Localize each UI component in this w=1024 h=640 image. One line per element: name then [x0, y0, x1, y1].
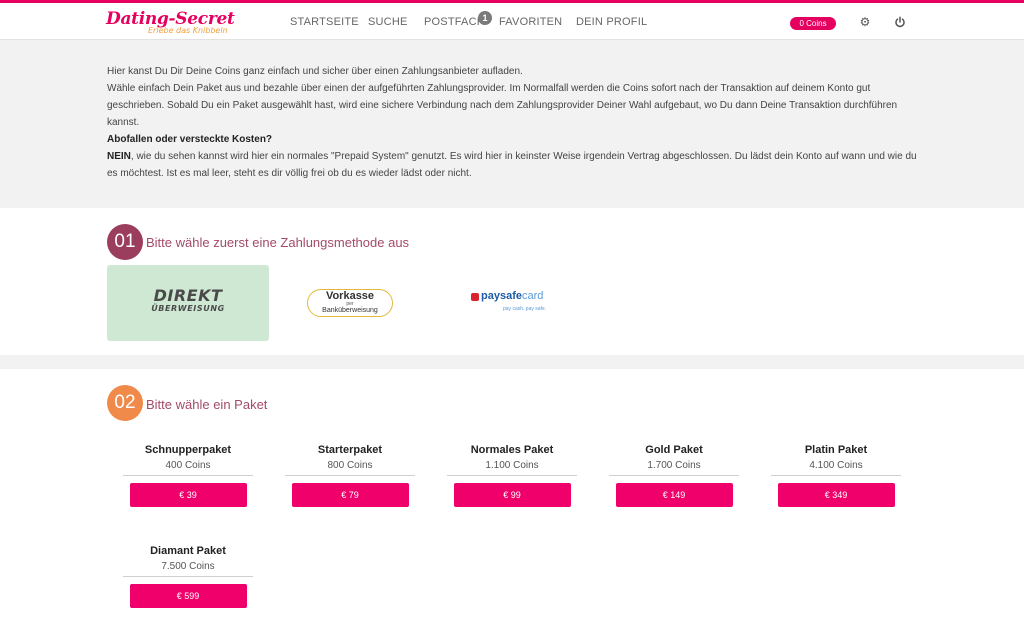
intro-answer: NEIN, wie du sehen kannst wird hier ein …	[107, 148, 919, 182]
package-buy-button-platin-paket[interactable]: € 349	[777, 483, 895, 507]
package-coins: 400 Coins	[165, 460, 211, 471]
package-divider	[771, 475, 901, 476]
section-divider	[0, 355, 1024, 369]
nav-suche[interactable]: SUCHE	[368, 16, 408, 28]
direkt-logo-line-2: ÜBERWEISUNG	[151, 304, 225, 313]
package-coins: 1.100 Coins	[485, 460, 539, 471]
vorkasse-logo-subtitle: Banküberweisung	[322, 307, 378, 314]
logo[interactable]: Dating-Secret Erlebe das Knibbeln	[106, 9, 236, 41]
package-buy-button-normales-paket[interactable]: € 99	[453, 483, 571, 507]
intro-question: Abofallen oder versteckte Kosten?	[107, 131, 919, 148]
package-name: Starterpaket	[317, 444, 383, 456]
gear-icon[interactable]: ⚙	[858, 15, 872, 29]
nav-favoriten[interactable]: FAVORITEN	[499, 16, 562, 28]
package-divider	[447, 475, 577, 476]
package-name: Normales Paket	[470, 444, 554, 456]
direkt-logo-line-1: DIREKT	[153, 286, 223, 305]
package-card: Schnupperpaket 400 Coins € 39	[123, 444, 253, 507]
package-card: Gold Paket 1.700 Coins € 149	[609, 444, 739, 507]
package-buy-button-schnupperpaket[interactable]: € 39	[129, 483, 247, 507]
nav-dein-profil[interactable]: DEIN PROFIL	[576, 16, 647, 28]
package-name: Platin Paket	[804, 444, 868, 456]
nav-postfach[interactable]: POSTFACH	[424, 16, 485, 28]
package-buy-button-diamant-paket[interactable]: € 599	[129, 584, 247, 608]
paysafecard-brand-1: paysafe	[481, 290, 522, 302]
nav-startseite[interactable]: STARTSEITE	[290, 16, 359, 28]
top-navigation-bar: Dating-Secret Erlebe das Knibbeln STARTS…	[0, 0, 1024, 40]
package-coins: 1.700 Coins	[647, 460, 701, 471]
package-divider	[123, 576, 253, 577]
package-buy-button-gold-paket[interactable]: € 149	[615, 483, 733, 507]
paysafecard-brand-2: card	[521, 290, 544, 302]
step-2-title: Bitte wähle ein Paket	[146, 397, 268, 412]
package-buy-button-starterpaket[interactable]: € 79	[291, 483, 409, 507]
answer-text: , wie du sehen kannst wird hier ein norm…	[107, 151, 917, 179]
step-2-circle: 02	[107, 385, 143, 421]
step-1-circle: 01	[107, 224, 143, 260]
power-icon[interactable]	[893, 15, 907, 29]
paysafecard-lock-icon	[471, 293, 479, 301]
payment-method-paysafecard[interactable]: paysafecard pay cash. pay safe.	[431, 265, 593, 341]
package-coins: 800 Coins	[327, 460, 373, 471]
package-coins: 4.100 Coins	[809, 460, 863, 471]
postfach-count-badge: 1	[478, 11, 492, 25]
payment-method-direkt-ueberweisung[interactable]: DIREKT ÜBERWEISUNG	[107, 265, 269, 341]
intro-section: Hier kanst Du Dir Deine Coins ganz einfa…	[0, 40, 1024, 208]
package-card: Normales Paket 1.100 Coins € 99	[447, 444, 577, 507]
package-divider	[609, 475, 739, 476]
package-name: Schnupperpaket	[144, 444, 232, 456]
answer-bold: NEIN	[107, 151, 131, 162]
coins-balance-badge[interactable]: 0 Coins	[790, 17, 836, 30]
package-card: Starterpaket 800 Coins € 79	[285, 444, 415, 507]
package-name: Gold Paket	[645, 444, 703, 456]
logo-tagline: Erlebe das Knibbeln	[148, 26, 228, 35]
intro-paragraph-2: Wähle einfach Dein Paket aus und bezahle…	[107, 83, 898, 128]
package-divider	[285, 475, 415, 476]
paysafecard-slogan: pay cash. pay safe.	[503, 306, 547, 312]
intro-paragraph-1: Hier kanst Du Dir Deine Coins ganz einfa…	[107, 66, 523, 77]
step-1-title: Bitte wähle zuerst eine Zahlungsmethode …	[146, 235, 410, 250]
package-card: Diamant Paket 7.500 Coins € 599	[123, 545, 253, 608]
question-text: Abofallen oder versteckte Kosten?	[107, 134, 273, 145]
package-card: Platin Paket 4.100 Coins € 349	[771, 444, 901, 507]
package-coins: 7.500 Coins	[161, 561, 215, 572]
payment-method-vorkasse[interactable]: Vorkasse per Banküberweisung	[269, 265, 431, 341]
package-divider	[123, 475, 253, 476]
package-name: Diamant Paket	[150, 545, 226, 557]
